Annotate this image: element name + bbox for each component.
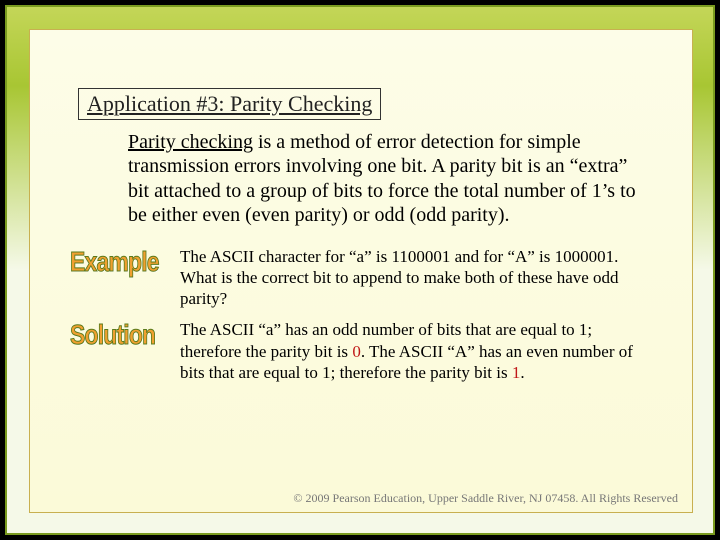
- solution-end: .: [520, 363, 524, 382]
- solution-zero: 0: [352, 342, 361, 361]
- solution-label: Solution: [70, 319, 160, 349]
- solution-text: The ASCII “a” has an odd number of bits …: [180, 319, 644, 383]
- example-row: Example The ASCII character for “a” is 1…: [70, 246, 652, 310]
- intro-paragraph: Parity checking is a method of error det…: [128, 130, 637, 228]
- slide-title: Application #3: Parity Checking: [87, 91, 372, 116]
- slide-outer: Application #3: Parity Checking Parity c…: [5, 5, 715, 535]
- solution-row: Solution The ASCII “a” has an odd number…: [70, 319, 652, 383]
- copyright-footer: © 2009 Pearson Education, Upper Saddle R…: [293, 491, 678, 506]
- example-text: The ASCII character for “a” is 1100001 a…: [180, 246, 644, 310]
- intro-lead: Parity checking: [128, 131, 253, 153]
- slide-title-box: Application #3: Parity Checking: [78, 88, 381, 120]
- example-label: Example: [70, 246, 160, 276]
- slide-inner: Application #3: Parity Checking Parity c…: [29, 29, 693, 513]
